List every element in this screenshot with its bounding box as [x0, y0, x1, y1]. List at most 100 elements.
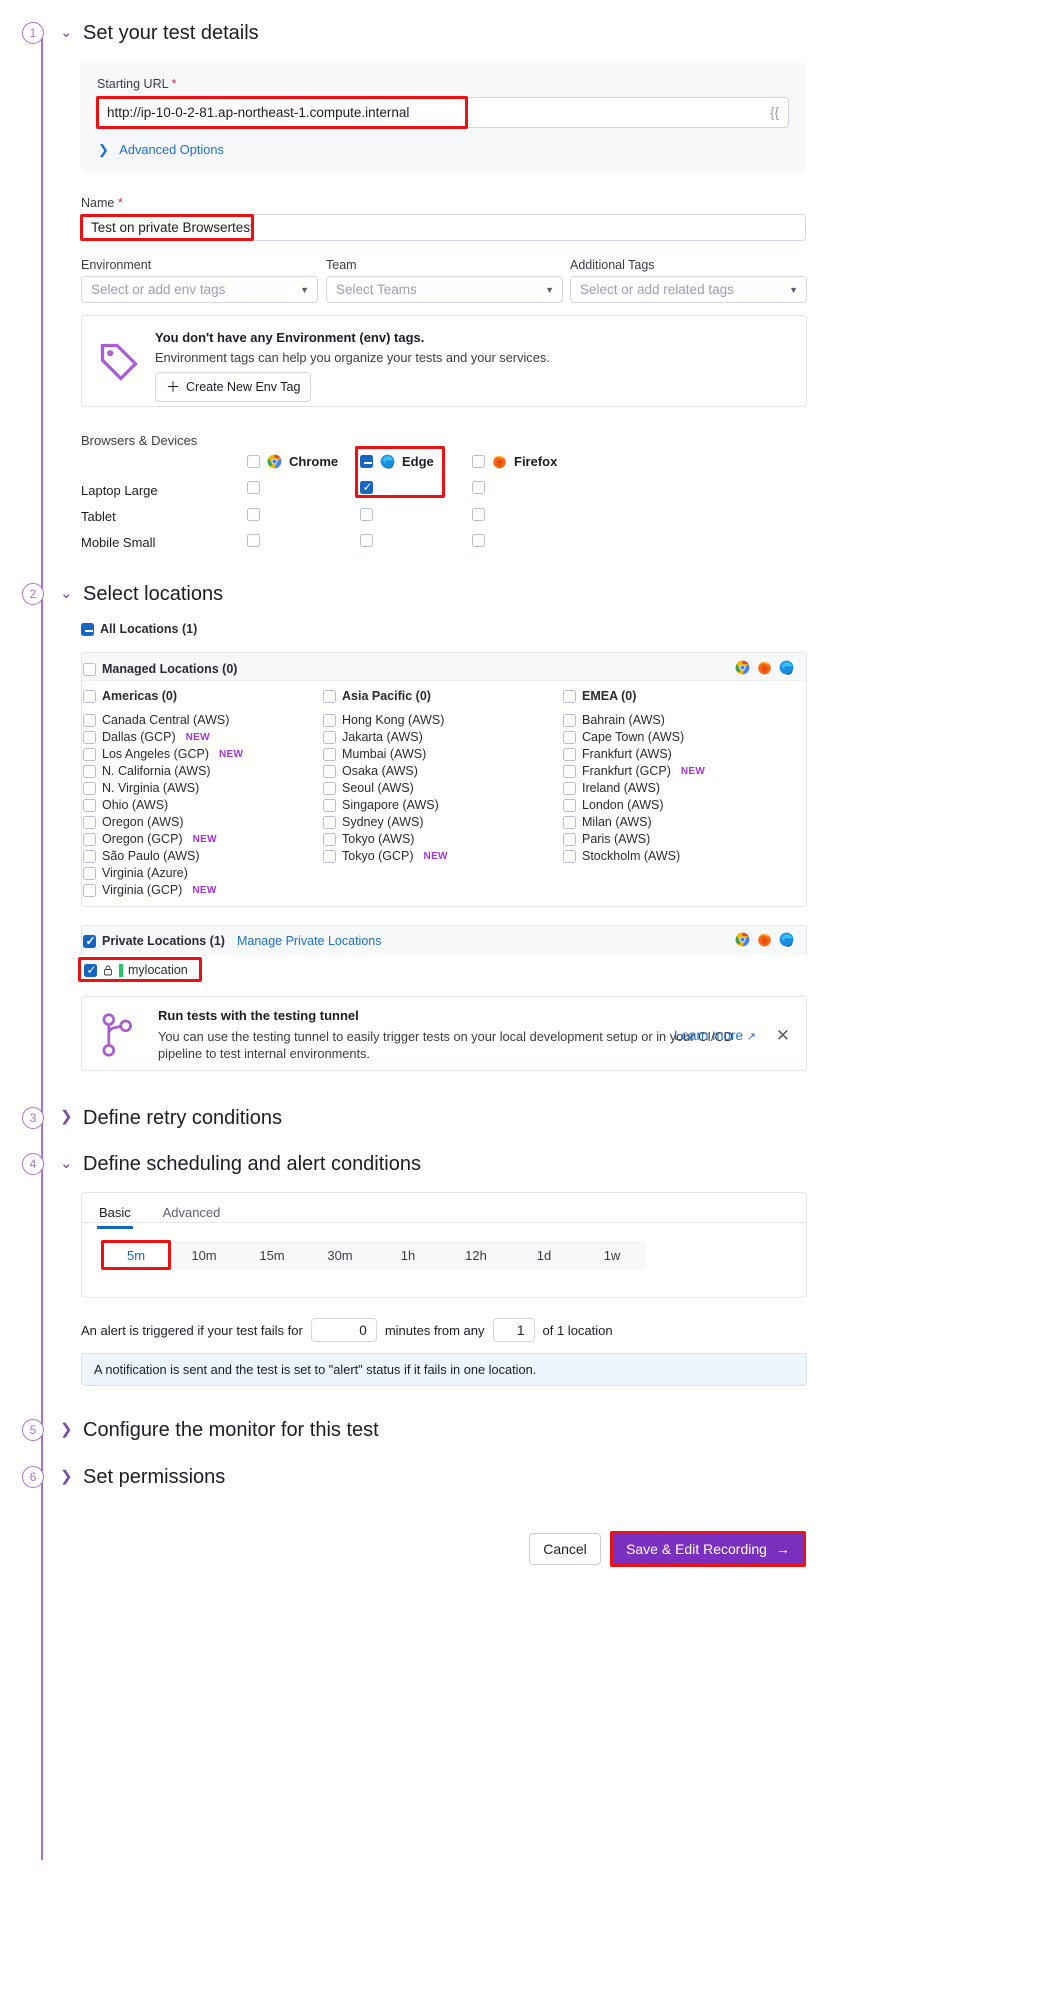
checkbox-location[interactable]	[563, 748, 576, 761]
checkbox-private-location-mylocation[interactable]	[84, 963, 97, 977]
checkbox-location[interactable]	[563, 850, 576, 863]
location-item[interactable]: Milan (AWS)	[563, 814, 795, 831]
location-item[interactable]: Oregon (GCP) NEW	[83, 831, 315, 848]
checkbox-location[interactable]	[83, 782, 96, 795]
chevron-right-icon-section-5[interactable]: ❯	[60, 1420, 73, 1438]
frequency-option[interactable]: 1d	[510, 1241, 578, 1270]
checkbox-location[interactable]	[323, 714, 336, 727]
section-title-permissions[interactable]: Set permissions	[83, 1466, 225, 1489]
checkbox-group-emea[interactable]	[563, 690, 576, 703]
checkbox-location[interactable]	[563, 731, 576, 744]
tunnel-learn-more[interactable]: Learn more ↗	[674, 1028, 756, 1043]
location-item[interactable]: Tokyo (AWS)	[323, 831, 555, 848]
chevron-right-icon-section-3[interactable]: ❯	[60, 1107, 73, 1125]
location-item[interactable]: Virginia (GCP) NEW	[83, 882, 315, 899]
section-title-test-details[interactable]: Set your test details	[83, 22, 259, 45]
starting-url-input[interactable]: http://ip-10-0-2-81.ap-northeast-1.compu…	[97, 97, 789, 128]
checkbox-mobile-small-firefox[interactable]	[472, 534, 485, 547]
checkbox-location[interactable]	[83, 816, 96, 829]
frequency-option[interactable]: 5m	[102, 1241, 170, 1270]
checkbox-location[interactable]	[323, 765, 336, 778]
alert-locations-input[interactable]: 1	[492, 1318, 535, 1342]
location-item[interactable]: Seoul (AWS)	[323, 780, 555, 797]
checkbox-managed-locations[interactable]	[83, 663, 96, 676]
location-item[interactable]: Frankfurt (GCP) NEW	[563, 763, 795, 780]
tab-basic[interactable]: Basic	[97, 1199, 133, 1229]
checkbox-location[interactable]	[323, 850, 336, 863]
checkbox-location[interactable]	[83, 833, 96, 846]
location-item[interactable]: Canada Central (AWS)	[83, 712, 315, 729]
checkbox-location[interactable]	[83, 731, 96, 744]
create-new-env-tag-button[interactable]: ＋ Create New Env Tag	[155, 372, 312, 402]
checkbox-browser-chrome[interactable]	[247, 455, 260, 468]
chevron-down-icon-section-1[interactable]: ⌄	[60, 23, 73, 41]
chevron-down-icon-section-4[interactable]: ⌄	[60, 1154, 73, 1172]
chevron-down-icon-section-2[interactable]: ⌄	[60, 584, 73, 602]
section-title-retry-conditions[interactable]: Define retry conditions	[83, 1107, 282, 1130]
browser-column-chrome[interactable]: Chrome	[247, 454, 338, 469]
chevron-right-icon-section-6[interactable]: ❯	[60, 1467, 73, 1485]
tags-select-wrap[interactable]: Select or add related tags ▼	[570, 276, 807, 303]
location-item[interactable]: Mumbai (AWS)	[323, 746, 555, 763]
location-item[interactable]: Ireland (AWS)	[563, 780, 795, 797]
location-item[interactable]: Cape Town (AWS)	[563, 729, 795, 746]
team-select-wrap[interactable]: Select Teams ▼	[326, 276, 563, 303]
manage-private-locations-link[interactable]: Manage Private Locations	[237, 933, 382, 950]
checkbox-location[interactable]	[83, 867, 96, 880]
location-item[interactable]: Virginia (Azure)	[83, 865, 315, 882]
checkbox-laptop-large-firefox[interactable]	[472, 481, 485, 494]
location-item[interactable]: Stockholm (AWS)	[563, 848, 795, 865]
team-select[interactable]: Select Teams	[326, 276, 563, 303]
location-item[interactable]: Singapore (AWS)	[323, 797, 555, 814]
frequency-option[interactable]: 15m	[238, 1241, 306, 1270]
checkbox-location[interactable]	[563, 799, 576, 812]
private-locations-row[interactable]: Private Locations (1) Manage Private Loc…	[83, 933, 381, 950]
advanced-options-label[interactable]: Advanced Options	[119, 142, 224, 157]
section-title-scheduling[interactable]: Define scheduling and alert conditions	[83, 1153, 421, 1176]
checkbox-browser-firefox[interactable]	[472, 455, 485, 468]
location-item[interactable]: N. California (AWS)	[83, 763, 315, 780]
browser-column-firefox[interactable]: Firefox	[472, 454, 557, 469]
location-item[interactable]: Oregon (AWS)	[83, 814, 315, 831]
alert-minutes-input[interactable]: 0	[310, 1318, 377, 1342]
checkbox-location[interactable]	[323, 833, 336, 846]
frequency-selector[interactable]: 5m 10m 15m 30m 1h 12h 1d 1w	[102, 1241, 646, 1270]
checkbox-location[interactable]	[323, 748, 336, 761]
location-item[interactable]: N. Virginia (AWS)	[83, 780, 315, 797]
location-item[interactable]: Tokyo (GCP) NEW	[323, 848, 555, 865]
location-item[interactable]: Ohio (AWS)	[83, 797, 315, 814]
checkbox-laptop-large-chrome[interactable]	[247, 481, 260, 494]
checkbox-location[interactable]	[83, 765, 96, 778]
checkbox-private-locations[interactable]	[83, 934, 96, 948]
section-title-select-locations[interactable]: Select locations	[83, 583, 223, 606]
frequency-option[interactable]: 10m	[170, 1241, 238, 1270]
location-item[interactable]: London (AWS)	[563, 797, 795, 814]
checkbox-location[interactable]	[563, 833, 576, 846]
frequency-option[interactable]: 1h	[374, 1241, 442, 1270]
browser-column-edge[interactable]: Edge	[360, 454, 434, 469]
location-item[interactable]: São Paulo (AWS)	[83, 848, 315, 865]
location-group-header-americas[interactable]: Americas (0)	[83, 688, 315, 705]
location-item[interactable]: Paris (AWS)	[563, 831, 795, 848]
private-location-item-mylocation[interactable]: mylocation	[84, 962, 188, 979]
save-and-edit-recording-button[interactable]: Save & Edit Recording →	[612, 1533, 804, 1565]
external-link-icon[interactable]: ↗	[747, 1031, 756, 1043]
checkbox-location[interactable]	[323, 782, 336, 795]
checkbox-location[interactable]	[563, 816, 576, 829]
location-item[interactable]: Frankfurt (AWS)	[563, 746, 795, 763]
checkbox-location[interactable]	[83, 850, 96, 863]
checkbox-all-locations[interactable]	[81, 623, 94, 636]
frequency-option[interactable]: 1w	[578, 1241, 646, 1270]
cancel-button[interactable]: Cancel	[529, 1533, 601, 1565]
advanced-options-toggle[interactable]: ❯ Advanced Options	[98, 142, 224, 158]
checkbox-group-asia-pacific[interactable]	[323, 690, 336, 703]
checkbox-browser-edge[interactable]	[360, 455, 373, 468]
location-item[interactable]: Los Angeles (GCP) NEW	[83, 746, 315, 763]
all-locations-row[interactable]: All Locations (1)	[81, 621, 197, 638]
location-item[interactable]: Jakarta (AWS)	[323, 729, 555, 746]
location-item[interactable]: Hong Kong (AWS)	[323, 712, 555, 729]
managed-locations-row[interactable]: Managed Locations (0)	[83, 661, 237, 678]
location-item[interactable]: Dallas (GCP) NEW	[83, 729, 315, 746]
checkbox-location[interactable]	[323, 731, 336, 744]
frequency-option[interactable]: 30m	[306, 1241, 374, 1270]
